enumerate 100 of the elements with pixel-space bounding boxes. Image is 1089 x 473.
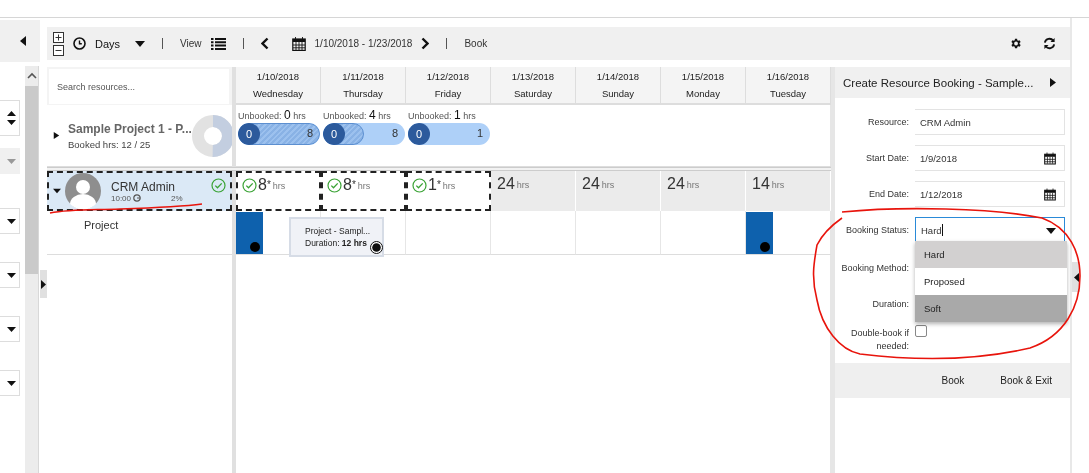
hours-value: 8* [343,176,356,194]
capacity-bar: 0 8 [238,123,320,145]
hours-value: 1* [428,176,441,194]
booking-bar[interactable] [746,212,773,254]
capacity-bar: 0 8 [323,123,405,145]
field-label: Booking Status: [844,223,910,237]
check-circle-icon [211,178,226,193]
utilization: 2% [171,193,183,203]
check-circle-icon [412,178,427,193]
list-icon[interactable] [210,37,226,50]
caret-icon [7,158,16,164]
calendar-icon[interactable] [291,36,306,51]
field-label: Duration: [871,297,910,311]
requirement-name: Sample Project 1 - P... [68,121,192,136]
booked-hours: Booked hrs: 12 / 25 [68,138,152,150]
expand-icon[interactable] [1050,78,1056,87]
resource-row[interactable]: CRM Admin 10:00 2% [47,171,232,211]
triangle-left-icon [1073,272,1079,282]
hours-value: 14 [752,175,770,193]
dropdown-option[interactable]: Soft [915,295,1067,322]
day-header: 1/12/2018 Friday [406,67,491,105]
dropdown-field[interactable] [0,148,20,174]
dropdown-field[interactable] [0,316,20,342]
resize-handle-icon[interactable] [370,241,383,254]
scrollbar[interactable] [25,66,39,473]
triangle-right-icon [41,279,46,289]
collapse-icon[interactable] [20,36,26,46]
day-header: 1/13/2018 Saturday [491,67,576,105]
hours-value: 24 [497,175,515,193]
calendar-icon[interactable] [1044,187,1056,201]
hours-unit: hrs [357,181,371,191]
caret-icon [1046,228,1056,234]
resource-name: CRM Admin [111,179,176,194]
unbooked-hours: Unbooked: 0 hrs [238,108,307,122]
availability-cell[interactable]: 24 hrs [491,171,576,211]
check-circle-icon [242,178,257,193]
field-label: Start Date: [864,151,910,165]
caret-icon [7,218,16,224]
avatar-icon [65,173,101,209]
day-header: 1/16/2018 Tuesday [746,67,831,105]
date-range: 1/10/2018 - 1/23/2018 [314,38,413,49]
expand-all-icon[interactable] [53,31,64,43]
collapse-handle[interactable] [40,270,47,298]
view-label: View [180,38,202,49]
caret-icon [7,272,16,278]
dropdown-field[interactable] [0,262,20,288]
collapse-all-icon[interactable] [53,44,64,56]
booking-card[interactable]: Project - Sampl... Duration: 12 hrs [289,217,384,257]
availability-cell[interactable]: 14 hrs [746,171,831,211]
booking-duration: Duration: 12 hrs [305,238,368,248]
panel-button[interactable]: Book [937,373,969,388]
work-hours: 10:00 [111,193,132,203]
resource-field[interactable]: CRM Admin [915,109,1065,135]
spinner-icon [7,111,16,125]
refresh-icon[interactable] [1043,37,1056,50]
dropdown-option[interactable]: Hard [915,241,1067,268]
book-button[interactable]: Book [464,38,488,49]
unbooked-hours: Unbooked: 1 hrs [408,108,477,122]
date-field[interactable]: 1/12/2018 [915,181,1065,207]
caret-icon [7,326,16,332]
collapse-caret-icon[interactable] [53,187,61,195]
day-header: 1/10/2018 Wednesday [236,67,321,105]
spinner-control[interactable] [0,100,20,136]
panel-button[interactable]: Book & Exit [996,373,1056,388]
hours-value: 8* [258,176,271,194]
dropdown-option[interactable]: Proposed [915,268,1067,295]
day-header: 1/15/2018 Monday [661,67,746,105]
dropdown-field[interactable] [0,208,20,234]
hours-unit: hrs [516,180,530,190]
hours-value: 24 [582,175,600,193]
expand-handle[interactable] [1072,262,1080,292]
hours-unit: hrs [771,180,785,190]
calendar-icon[interactable] [1044,151,1056,165]
expand-caret-icon[interactable] [53,131,60,140]
settings-icon[interactable] [1009,37,1022,50]
field-label: End Date: [867,187,910,201]
date-field[interactable]: 1/9/2018 [915,145,1065,171]
hours-unit: hrs [686,180,700,190]
availability-cell[interactable]: 24 hrs [661,171,746,211]
booking-bar[interactable] [236,212,263,254]
days-dropdown[interactable]: Days [95,37,121,50]
caret-icon [7,380,16,386]
capacity-bar: 0 1 [408,123,490,145]
field-label: Resource: [866,115,910,129]
hours-unit: hrs [272,181,286,191]
booking-row-label: Project [84,219,119,231]
clock-icon [73,37,86,50]
unbooked-hours: Unbooked: 4 hrs [323,108,392,122]
check-circle-icon [327,178,342,193]
caret-icon[interactable] [135,40,146,47]
field-label: Booking Method: [840,261,910,275]
hours-value: 24 [667,175,685,193]
previous-icon[interactable] [260,37,269,50]
availability-cell[interactable]: 24 hrs [576,171,661,211]
booking-title: Project - Sampl... [305,226,372,236]
dropdown-field[interactable] [0,370,20,396]
chevron-up-icon[interactable] [27,72,37,79]
next-icon[interactable] [421,37,430,50]
field-label: Double-book if needed: [849,327,910,353]
double-book-checkbox[interactable] [915,325,927,337]
